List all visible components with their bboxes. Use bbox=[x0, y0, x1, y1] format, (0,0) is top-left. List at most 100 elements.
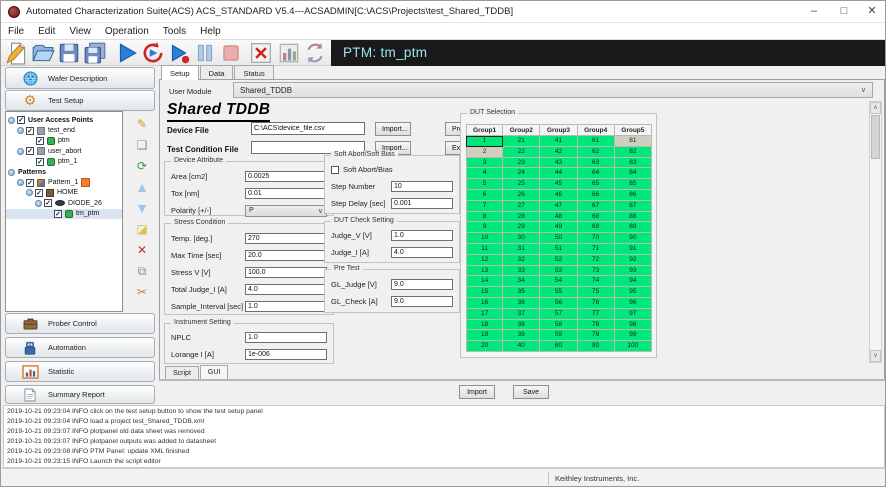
expander-icon[interactable] bbox=[8, 117, 15, 124]
dut-cell[interactable]: 1 bbox=[466, 136, 503, 147]
scrollbar-thumb[interactable] bbox=[871, 115, 880, 159]
expander-icon[interactable] bbox=[8, 169, 15, 176]
dut-cell[interactable]: 67 bbox=[578, 201, 615, 212]
judge-v-input[interactable] bbox=[391, 230, 453, 241]
dut-cell[interactable]: 59 bbox=[540, 330, 577, 341]
dut-cell[interactable]: 34 bbox=[503, 276, 540, 287]
open-project-icon[interactable] bbox=[31, 41, 55, 65]
tree-item-tm_ptm[interactable]: ✓tm_ptm bbox=[6, 209, 122, 219]
wafer-description-button[interactable]: Wafer Description bbox=[5, 67, 155, 89]
menu-item-tools[interactable]: Tools bbox=[156, 26, 193, 37]
dut-cell[interactable]: 62 bbox=[578, 147, 615, 158]
dut-cell[interactable]: 8 bbox=[466, 212, 503, 223]
dut-cell[interactable]: 21 bbox=[503, 136, 540, 147]
dut-cell[interactable]: 74 bbox=[578, 276, 615, 287]
dut-cell[interactable]: 53 bbox=[540, 266, 577, 277]
dut-cell[interactable]: 37 bbox=[503, 309, 540, 320]
save-button[interactable]: Save bbox=[513, 385, 549, 399]
expander-icon[interactable] bbox=[17, 148, 24, 155]
edit-script-icon[interactable]: ✎ bbox=[133, 116, 151, 132]
tab-data[interactable]: Data bbox=[200, 65, 234, 80]
dut-cell[interactable]: 45 bbox=[540, 179, 577, 190]
dut-cell[interactable]: 76 bbox=[578, 298, 615, 309]
summary-report-button[interactable]: Summary Report bbox=[5, 385, 155, 404]
dut-cell[interactable]: 4 bbox=[466, 168, 503, 179]
total-judge-input[interactable] bbox=[245, 284, 327, 295]
checkbox-icon[interactable]: ✓ bbox=[36, 137, 44, 145]
dut-cell[interactable]: 11 bbox=[466, 244, 503, 255]
tree-item-patterns[interactable]: Patterns bbox=[6, 167, 122, 177]
dut-cell[interactable]: 17 bbox=[466, 309, 503, 320]
minimize-button[interactable]: – bbox=[799, 1, 829, 22]
dut-cell[interactable]: 24 bbox=[503, 168, 540, 179]
dut-cell[interactable]: 43 bbox=[540, 158, 577, 169]
temp-input[interactable] bbox=[245, 233, 327, 244]
save-icon[interactable] bbox=[57, 41, 81, 65]
dut-cell[interactable]: 42 bbox=[540, 147, 577, 158]
dut-cell[interactable]: 72 bbox=[578, 255, 615, 266]
new-file-icon[interactable] bbox=[5, 41, 29, 65]
dut-cell[interactable]: 82 bbox=[615, 147, 652, 158]
stop-icon[interactable] bbox=[219, 41, 243, 65]
dut-cell[interactable]: 87 bbox=[615, 201, 652, 212]
dut-cell[interactable]: 85 bbox=[615, 179, 652, 190]
expander-icon[interactable] bbox=[26, 189, 33, 196]
pause-icon[interactable] bbox=[193, 41, 217, 65]
menu-item-view[interactable]: View bbox=[62, 26, 98, 37]
dut-cell[interactable]: 7 bbox=[466, 201, 503, 212]
dut-cell[interactable]: 6 bbox=[466, 190, 503, 201]
dut-cell[interactable]: 63 bbox=[578, 158, 615, 169]
lorange-input[interactable] bbox=[245, 349, 327, 360]
menu-item-edit[interactable]: Edit bbox=[31, 26, 62, 37]
tab-setup[interactable]: Setup bbox=[161, 65, 199, 80]
dut-cell[interactable]: 56 bbox=[540, 298, 577, 309]
dut-cell[interactable]: 29 bbox=[503, 222, 540, 233]
dut-cell[interactable]: 73 bbox=[578, 266, 615, 277]
dut-cell[interactable]: 58 bbox=[540, 320, 577, 331]
dut-cell[interactable]: 69 bbox=[578, 222, 615, 233]
checkbox-icon[interactable]: ✓ bbox=[17, 116, 25, 124]
dut-cell[interactable]: 89 bbox=[615, 222, 652, 233]
dut-cell[interactable]: 33 bbox=[503, 266, 540, 277]
dut-cell[interactable]: 80 bbox=[578, 341, 615, 352]
dut-cell[interactable]: 92 bbox=[615, 255, 652, 266]
tree-item-ptm[interactable]: ✓ptm bbox=[6, 136, 122, 146]
dut-cell[interactable]: 55 bbox=[540, 287, 577, 298]
dut-cell[interactable]: 14 bbox=[466, 276, 503, 287]
copy-icon[interactable]: ⧉ bbox=[133, 263, 151, 279]
stress-v-input[interactable] bbox=[245, 267, 327, 278]
dut-cell[interactable]: 23 bbox=[503, 158, 540, 169]
dut-cell[interactable]: 93 bbox=[615, 266, 652, 277]
dut-cell[interactable]: 10 bbox=[466, 233, 503, 244]
dut-cell[interactable]: 46 bbox=[540, 190, 577, 201]
dut-cell[interactable]: 30 bbox=[503, 233, 540, 244]
dut-cell[interactable]: 81 bbox=[615, 136, 652, 147]
dut-cell[interactable]: 94 bbox=[615, 276, 652, 287]
note-icon[interactable]: ❏ bbox=[133, 137, 151, 153]
loop-run-icon[interactable] bbox=[141, 41, 165, 65]
dut-cell[interactable]: 44 bbox=[540, 168, 577, 179]
polarity-select[interactable]: P∨ bbox=[245, 205, 327, 217]
dut-cell[interactable]: 54 bbox=[540, 276, 577, 287]
tree-item-home[interactable]: ✓HOME bbox=[6, 188, 122, 198]
checkbox-icon[interactable]: ✓ bbox=[26, 179, 34, 187]
dut-cell[interactable]: 26 bbox=[503, 190, 540, 201]
checkbox-icon[interactable]: ✓ bbox=[54, 210, 62, 218]
soft-abort-checkbox[interactable] bbox=[331, 166, 339, 174]
dut-cell[interactable]: 41 bbox=[540, 136, 577, 147]
dut-cell[interactable]: 98 bbox=[615, 320, 652, 331]
move-up-icon[interactable]: ▲ bbox=[133, 179, 151, 195]
dut-cell[interactable]: 88 bbox=[615, 212, 652, 223]
dut-cell[interactable]: 79 bbox=[578, 330, 615, 341]
area-input[interactable] bbox=[245, 171, 327, 182]
max-time-input[interactable] bbox=[245, 250, 327, 261]
dut-cell[interactable]: 50 bbox=[540, 233, 577, 244]
dut-cell[interactable]: 84 bbox=[615, 168, 652, 179]
expander-icon[interactable] bbox=[17, 179, 24, 186]
dut-cell[interactable]: 95 bbox=[615, 287, 652, 298]
dut-cell[interactable]: 15 bbox=[466, 287, 503, 298]
dut-cell[interactable]: 28 bbox=[503, 212, 540, 223]
maximize-button[interactable]: □ bbox=[829, 1, 859, 22]
checkbox-icon[interactable]: ✓ bbox=[36, 158, 44, 166]
tree-item-pattern_1[interactable]: ✓Pattern_1 bbox=[6, 177, 122, 187]
